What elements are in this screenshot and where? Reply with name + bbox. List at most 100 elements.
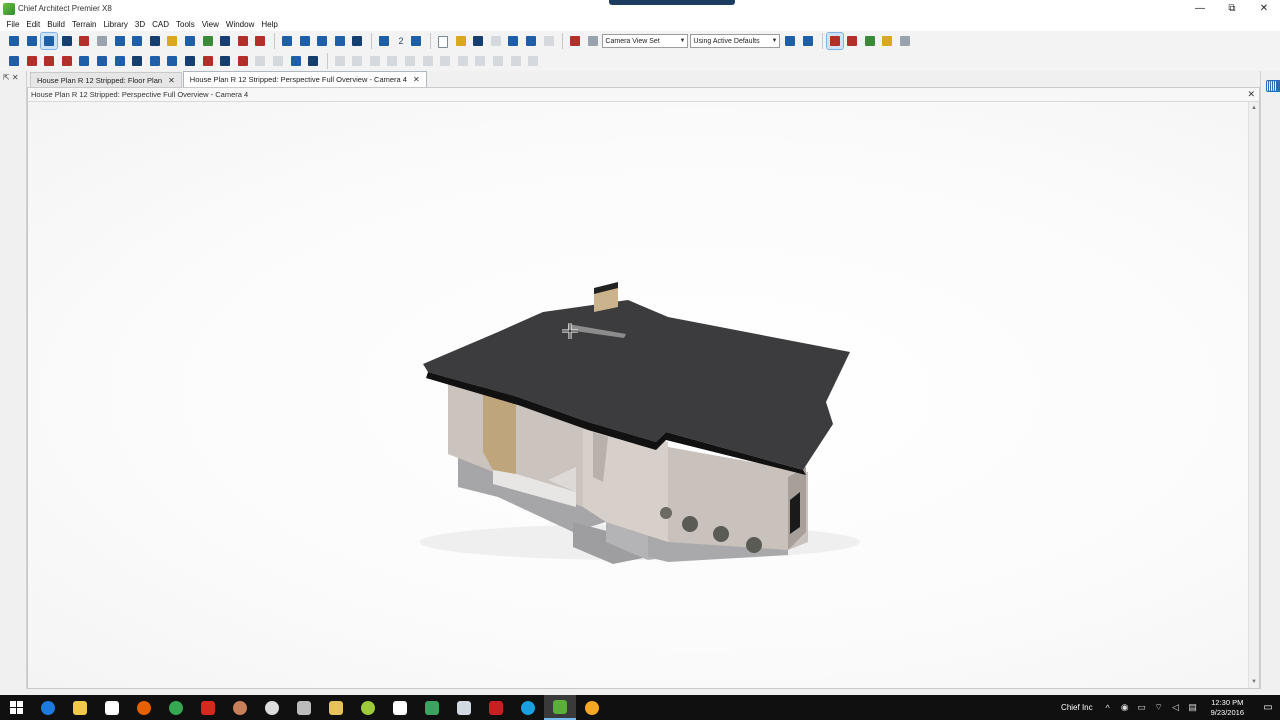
polyline-icon[interactable] (508, 53, 524, 69)
print-icon[interactable] (488, 33, 504, 49)
tray-label[interactable]: Chief Inc (1061, 703, 1093, 712)
chevron-up-icon[interactable]: ^ (1101, 703, 1115, 713)
wall-tools-icon[interactable] (24, 53, 40, 69)
layout-view-icon[interactable] (297, 33, 313, 49)
full-overview-icon[interactable] (6, 33, 22, 49)
camera-icon[interactable] (24, 33, 40, 49)
pin-icon[interactable]: ⇱ ✕ (3, 73, 19, 82)
save-icon[interactable] (470, 33, 486, 49)
taskbar-edge[interactable] (32, 695, 64, 720)
plan-view-icon[interactable] (279, 33, 295, 49)
menu-view[interactable]: View (198, 20, 222, 29)
export-picture-icon[interactable] (235, 33, 251, 49)
menu-3d[interactable]: 3D (131, 20, 148, 29)
down-one-floor-icon[interactable] (376, 33, 392, 49)
tab-floor-plan[interactable]: House Plan R 12 Stripped: Floor Plan ✕ (30, 72, 182, 87)
select-objects-icon[interactable] (6, 53, 22, 69)
sun-light-icon[interactable] (164, 33, 180, 49)
camera-view-set-dropdown[interactable]: Camera View Set ▼ (602, 34, 689, 48)
taskbar-app[interactable] (224, 695, 256, 720)
object-select-icon[interactable] (567, 33, 583, 49)
language-icon[interactable]: ▤ (1186, 702, 1200, 713)
menu-help[interactable]: Help (258, 20, 281, 29)
restore-button[interactable]: ⧉ (1216, 0, 1248, 17)
tab-perspective-camera-4[interactable]: House Plan R 12 Stripped: Perspective Fu… (182, 71, 427, 87)
library-browser-icon[interactable] (879, 33, 895, 49)
taskbar-app[interactable] (448, 695, 480, 720)
menu-build[interactable]: Build (44, 20, 69, 29)
home-tools-icon[interactable] (235, 53, 251, 69)
battery-icon[interactable]: ▭ (1135, 702, 1149, 713)
scroll-up-icon[interactable]: ▲ (1251, 105, 1257, 111)
help-icon[interactable] (349, 33, 365, 49)
checkbox-icon[interactable] (585, 33, 601, 49)
reference-display-icon[interactable] (782, 33, 798, 49)
menu-edit[interactable]: Edit (23, 20, 44, 29)
close-icon[interactable]: ✕ (168, 76, 175, 85)
fixtures-icon[interactable] (200, 53, 216, 69)
line-icon[interactable] (420, 53, 436, 69)
swap-reference-icon[interactable] (800, 33, 816, 49)
taskbar-app[interactable] (576, 695, 608, 720)
tile-vertical-icon[interactable] (844, 33, 860, 49)
stairs-tools-icon[interactable] (94, 53, 110, 69)
cross-section-icon[interactable] (76, 33, 92, 49)
taskbar-app[interactable] (416, 695, 448, 720)
menu-cad[interactable]: CAD (149, 20, 173, 29)
new-plan-icon[interactable] (435, 33, 451, 49)
camera-tools-icon[interactable] (288, 53, 304, 69)
circle-icon[interactable] (455, 53, 471, 69)
taskbar-app[interactable] (352, 695, 384, 720)
clock[interactable]: 12:30 PM 9/23/2016 (1211, 698, 1244, 718)
taskbar-chief-architect[interactable] (544, 695, 576, 720)
text-tools-icon[interactable] (252, 53, 268, 69)
layer-display-icon[interactable] (332, 33, 348, 49)
close-document-button[interactable]: ✕ (1247, 89, 1255, 100)
roof-tools-icon[interactable] (164, 53, 180, 69)
redo-icon[interactable] (541, 33, 557, 49)
floor-overview-icon[interactable] (129, 33, 145, 49)
taskbar-app[interactable] (256, 695, 288, 720)
menu-library[interactable]: Library (100, 20, 131, 29)
delete-x-icon[interactable] (402, 53, 418, 69)
dimension-line-icon[interactable] (349, 53, 365, 69)
menu-file[interactable]: File (3, 20, 23, 29)
electrical-icon[interactable] (217, 53, 233, 69)
material-painter-icon[interactable] (200, 33, 216, 49)
taskbar-vivaldi[interactable] (192, 695, 224, 720)
exterior-view-icon[interactable] (147, 33, 163, 49)
close-icon[interactable]: ✕ (413, 75, 420, 84)
menu-tools[interactable]: Tools (173, 20, 199, 29)
action-center-icon[interactable]: ▭ (1256, 702, 1280, 713)
dimension-tools-icon[interactable] (147, 53, 163, 69)
menu-window[interactable]: Window (222, 20, 257, 29)
taskbar-app[interactable] (288, 695, 320, 720)
measure-icon[interactable] (252, 33, 268, 49)
cabinet-tools-icon[interactable] (41, 53, 57, 69)
schedule-icon[interactable] (314, 33, 330, 49)
framing-tools-icon[interactable] (129, 53, 145, 69)
volume-icon[interactable]: ◁ (1169, 702, 1183, 713)
door-tools-icon[interactable] (59, 53, 75, 69)
close-window-button[interactable]: ✕ (1248, 0, 1280, 17)
taskbar-calculator[interactable] (384, 695, 416, 720)
taskbar-store[interactable] (96, 695, 128, 720)
taskbar-explorer[interactable] (64, 695, 96, 720)
print-preview-icon[interactable] (505, 33, 521, 49)
wifi-icon[interactable]: ⌔ (1152, 702, 1166, 713)
menu-terrain[interactable]: Terrain (68, 20, 99, 29)
box-icon[interactable] (472, 53, 488, 69)
backclipped-cross-section-icon[interactable] (94, 33, 110, 49)
tile-windows-icon[interactable] (825, 32, 844, 50)
undo-icon[interactable] (523, 33, 539, 49)
taskbar-chrome[interactable] (160, 695, 192, 720)
window-tools-icon[interactable] (76, 53, 92, 69)
pencil-icon[interactable] (332, 53, 348, 69)
terrain-tools-icon[interactable] (182, 53, 198, 69)
spline-icon[interactable] (490, 53, 506, 69)
active-layer-icon[interactable] (897, 33, 913, 49)
cad-tools-icon[interactable] (270, 53, 286, 69)
up-one-floor-icon[interactable] (408, 33, 424, 49)
taskbar-app[interactable] (480, 695, 512, 720)
doll-house-icon[interactable] (112, 33, 128, 49)
